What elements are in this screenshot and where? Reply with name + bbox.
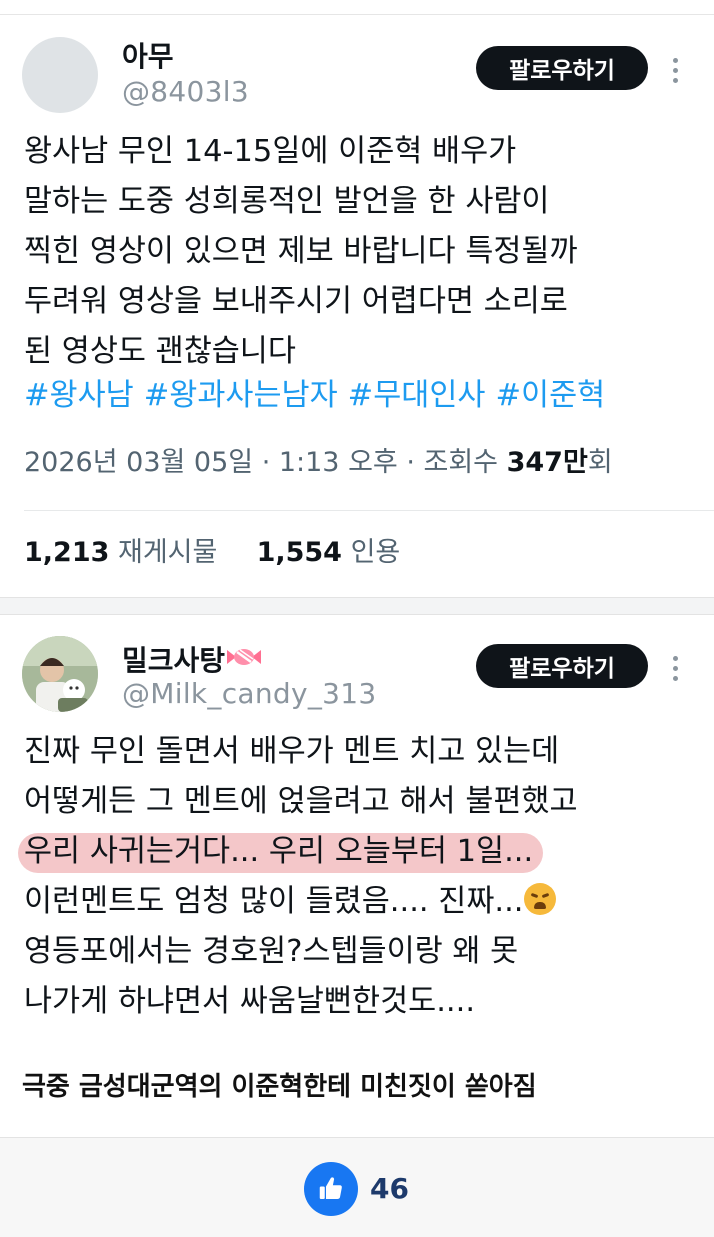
repost-count[interactable]: 1,213 xyxy=(24,537,109,568)
image-caption: 극중 금성대군역의 이준혁한테 미친짓이 쏟아짐 xyxy=(22,1072,537,1102)
author-name[interactable]: 밀크사탕 xyxy=(122,639,262,679)
tweet-line: 나가게 하냐면서 싸움날뻔한것도.... xyxy=(24,984,476,1019)
tweet-post-2: 밀크사탕 @Milk_candy_313 팔로우하기 진짜 무인 돌면서 배우가… xyxy=(0,615,714,1019)
more-vertical-icon[interactable] xyxy=(668,656,682,681)
weary-face-emoji-icon xyxy=(523,883,556,915)
hashtag-link[interactable]: #이준혁 xyxy=(495,378,605,413)
hashtag-link[interactable]: #왕사남 xyxy=(24,378,134,413)
view-count: 347만 xyxy=(506,447,588,478)
author-handle[interactable]: @Milk_candy_313 xyxy=(122,677,377,710)
post-separator xyxy=(0,597,714,615)
tweet-datetime: 2026년 03월 05일 · 1:13 오후 · 조회수 xyxy=(24,447,507,478)
hashtag-list: #왕사남 #왕과사는남자 #무대인사 #이준혁 xyxy=(24,371,615,421)
tweet-line: 진짜 무인 돌면서 배우가 멘트 치고 있는데 xyxy=(24,734,560,769)
thumbs-up-icon[interactable] xyxy=(304,1162,358,1216)
quote-count[interactable]: 1,554 xyxy=(257,537,342,568)
tweet-text: 왕사남 무인 14-15일에 이준혁 배우가 말하는 도중 성희롱적인 발언을 … xyxy=(24,134,578,369)
tweet-text: 진짜 무인 돌면서 배우가 멘트 치고 있는데어떻게든 그 멘트에 얹을려고 해… xyxy=(18,727,704,1027)
follow-button[interactable]: 팔로우하기 xyxy=(476,46,648,90)
follow-button[interactable]: 팔로우하기 xyxy=(476,644,648,688)
tweet-meta: 2026년 03월 05일 · 1:13 오후 · 조회수 347만회 xyxy=(24,440,613,479)
more-vertical-icon[interactable] xyxy=(668,58,682,83)
author-handle[interactable]: @8403l3 xyxy=(122,75,249,108)
meta-divider xyxy=(24,510,714,511)
candy-emoji-icon xyxy=(227,642,262,665)
like-count[interactable]: 46 xyxy=(370,1172,409,1205)
hashtag-link[interactable]: #왕과사는남자 xyxy=(144,378,338,413)
repost-label[interactable]: 재게시물 xyxy=(118,537,217,568)
highlighted-line: 우리 사귀는거다... 우리 오늘부터 1일... xyxy=(18,827,544,877)
view-suffix: 회 xyxy=(587,447,613,478)
tweet-line: 어떻게든 그 멘트에 얹을려고 해서 불편했고 xyxy=(24,784,578,819)
author-name[interactable]: 아무 xyxy=(122,35,174,75)
tweet-stats: 1,213 재게시물 1,554 인용 xyxy=(24,530,400,569)
hashtag-link[interactable]: #무대인사 xyxy=(348,378,486,413)
tweet-post-1: 아무 @8403l3 팔로우하기 왕사남 무인 14-15일에 이준혁 배우가 … xyxy=(0,15,714,597)
tweet-line: 영등포에서는 경호원?스텝들이랑 왜 못 xyxy=(24,934,519,969)
avatar-placeholder[interactable] xyxy=(22,37,98,113)
avatar-photo[interactable] xyxy=(22,636,98,712)
tweet-line: 이런멘트도 엄청 많이 들렸음.... 진짜... xyxy=(24,877,704,927)
quote-label[interactable]: 인용 xyxy=(351,537,401,568)
